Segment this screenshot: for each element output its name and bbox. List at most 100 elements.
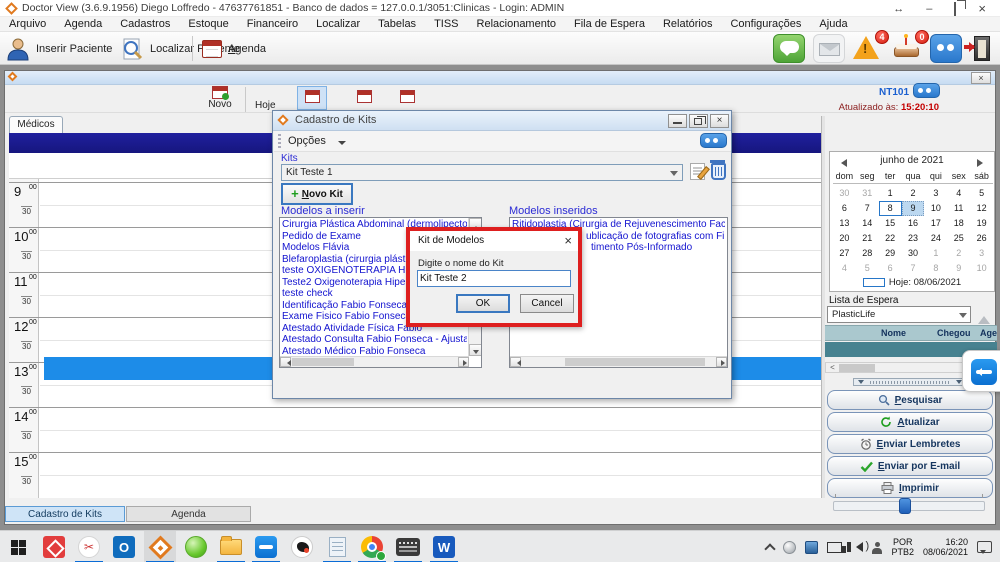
agenda-button[interactable]: Agenda — [202, 35, 266, 62]
insert-patient-button[interactable]: Inserir Paciente — [6, 35, 112, 62]
exit-button[interactable] — [964, 34, 996, 63]
col-chegou[interactable]: Chegou — [937, 328, 971, 338]
taskbar-doctorview[interactable] — [144, 531, 176, 562]
pesquisar-button[interactable]: Pesquisar — [827, 390, 993, 410]
tab-cadastro-de-kits[interactable]: Cadastro de Kits — [5, 506, 125, 522]
menu-item[interactable]: Tabelas — [369, 18, 425, 30]
kits-close-button[interactable]: × — [710, 114, 729, 128]
calendar-day[interactable]: 15 — [879, 216, 902, 231]
waiting-list-select[interactable]: PlasticLife — [827, 306, 971, 323]
calendar-day[interactable]: 5 — [970, 186, 993, 201]
col-agend[interactable]: Agend — [980, 328, 997, 338]
minimize-button[interactable]: – — [926, 3, 932, 15]
calendar-day[interactable]: 24 — [924, 231, 947, 246]
calendar-day[interactable]: 23 — [902, 231, 925, 246]
start-button[interactable] — [2, 531, 34, 562]
menu-item[interactable]: Agenda — [55, 18, 111, 30]
menu-item[interactable]: Arquivo — [0, 18, 55, 30]
week-view-button[interactable] — [357, 90, 372, 103]
collapse-up-icon[interactable] — [978, 310, 990, 324]
contacts-chat-button[interactable] — [930, 34, 962, 63]
calendar-next-icon[interactable] — [977, 159, 987, 167]
language-indicator[interactable]: PORPTB2 — [891, 537, 914, 557]
calendar-day[interactable]: 16 — [902, 216, 925, 231]
calendar-day[interactable]: 13 — [833, 216, 856, 231]
cancel-button[interactable]: Cancel — [520, 294, 574, 313]
taskbar-keyboard-app[interactable] — [392, 531, 424, 562]
alerts-button[interactable]: 4 — [851, 34, 883, 63]
scroll-left-icon[interactable]: < — [827, 364, 838, 372]
enviar-email-button[interactable]: Enviar por E-mail — [827, 456, 993, 476]
list-hscrollbar[interactable] — [510, 356, 727, 367]
mail-button[interactable] — [813, 34, 845, 63]
modelo-item[interactable]: Atestado Médico Fabio Fonseca — [282, 346, 467, 357]
opcoes-menu[interactable]: Opções — [288, 135, 326, 147]
taskbar-explorer[interactable] — [215, 531, 247, 562]
calendar-day[interactable]: 30 — [833, 186, 856, 201]
calendar-day[interactable]: 10 — [924, 201, 947, 216]
kits-minimize-button[interactable] — [668, 114, 687, 128]
teamviewer-widget[interactable] — [962, 350, 1000, 392]
calendar-day[interactable]: 12 — [970, 201, 993, 216]
calendar-day[interactable]: 6 — [879, 261, 902, 276]
calendar-day[interactable]: 25 — [947, 231, 970, 246]
tray-expand-icon[interactable] — [765, 543, 776, 554]
scroll-thumb[interactable] — [565, 358, 705, 366]
menu-item[interactable]: Configurações — [721, 18, 810, 30]
scroll-right-button[interactable] — [716, 357, 727, 367]
resize-icon[interactable]: ↔ — [893, 3, 904, 15]
month-view-button[interactable] — [400, 90, 415, 103]
menu-item[interactable]: TISS — [425, 18, 467, 30]
kits-restore-button[interactable] — [689, 114, 708, 128]
calendar-day[interactable]: 7 — [856, 201, 879, 216]
calendar-day[interactable]: 18 — [947, 216, 970, 231]
taskbar-chrome[interactable] — [356, 531, 388, 562]
notification-center-icon[interactable] — [977, 541, 992, 553]
calendar-day[interactable]: 29 — [879, 246, 902, 261]
menu-item[interactable]: Ajuda — [810, 18, 856, 30]
calendar-day[interactable]: 27 — [833, 246, 856, 261]
menu-item[interactable]: Localizar — [307, 18, 369, 30]
calendar-day[interactable]: 21 — [856, 231, 879, 246]
list-hscrollbar[interactable] — [280, 356, 469, 367]
calendar-day[interactable]: 4 — [947, 186, 970, 201]
speaker-icon[interactable] — [851, 542, 863, 552]
calendar-day[interactable]: 11 — [947, 201, 970, 216]
tray-person-icon[interactable] — [872, 548, 882, 554]
taskbar-remote-app[interactable] — [38, 531, 70, 562]
menu-item[interactable]: Fila de Espera — [565, 18, 654, 30]
menu-item[interactable]: Relatórios — [654, 18, 722, 30]
scroll-down-button[interactable] — [469, 344, 482, 356]
taskbar-word[interactable]: W — [428, 531, 460, 562]
taskbar-teamviewer[interactable] — [250, 531, 282, 562]
toolbar-grip[interactable] — [278, 134, 281, 149]
dialog-chat-icon[interactable] — [700, 133, 727, 148]
calendar-day[interactable]: 9 — [947, 261, 970, 276]
calendar-day[interactable]: 1 — [879, 186, 902, 201]
calendar-day[interactable]: 3 — [924, 186, 947, 201]
calendar-day[interactable]: 2 — [947, 246, 970, 261]
novo-button[interactable]: Novo — [197, 86, 243, 110]
kit-select[interactable]: Kit Teste 1 — [281, 164, 683, 181]
tray-app-icon[interactable] — [805, 541, 818, 554]
taskbar-snip-app[interactable]: ✂ — [73, 531, 105, 562]
calendar-day[interactable]: 17 — [924, 216, 947, 231]
calendar-day[interactable]: 2 — [902, 186, 925, 201]
calendar-day[interactable]: 28 — [856, 246, 879, 261]
schedule-hour-slot[interactable]: 15 00 30 — [9, 452, 821, 497]
imprimir-button[interactable]: Imprimir — [827, 478, 993, 498]
scroll-right-button[interactable] — [458, 357, 469, 367]
calendar-day[interactable]: 1 — [924, 246, 947, 261]
scroll-left-button[interactable] — [280, 357, 291, 367]
room-chat-icon[interactable] — [913, 83, 940, 98]
schedule-hour-slot[interactable]: 14 00 30 — [9, 407, 821, 452]
close-button[interactable]: × — [978, 1, 986, 16]
novo-kit-button[interactable]: +Novo Kit — [282, 184, 352, 204]
ok-button[interactable]: OK — [456, 294, 510, 313]
calendar-day[interactable]: 19 — [970, 216, 993, 231]
zoom-slider-thumb[interactable] — [899, 498, 911, 514]
restore-button[interactable] — [954, 3, 956, 15]
taskbar-bird-app[interactable] — [286, 531, 318, 562]
calendar-day[interactable]: 5 — [856, 261, 879, 276]
calendar-day[interactable]: 14 — [856, 216, 879, 231]
